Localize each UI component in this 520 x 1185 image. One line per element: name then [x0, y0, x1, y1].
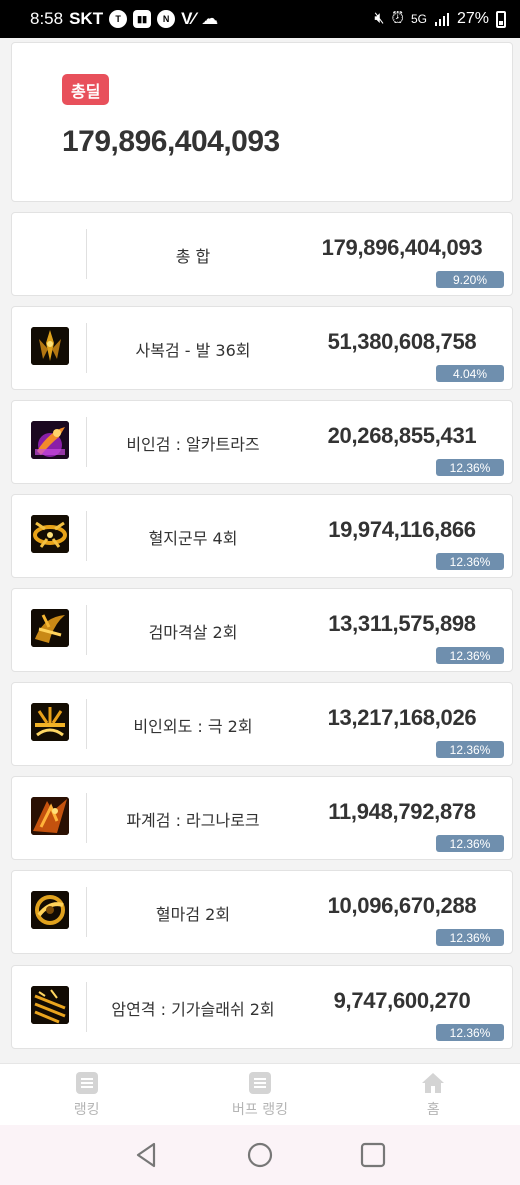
- nav-buff-ranking[interactable]: 버프 랭킹: [173, 1064, 346, 1125]
- percent-badge: 12.36%: [436, 929, 504, 946]
- damage-value: 9,747,600,270: [333, 988, 471, 1013]
- skill-icon: [31, 327, 69, 365]
- home-button-icon[interactable]: [245, 1140, 275, 1170]
- status-carrier: SKT: [69, 9, 104, 28]
- list-item[interactable]: 파계검 : 라그나로크 11,948,792,878 12.36%: [11, 776, 513, 860]
- list-item[interactable]: 혈마검 2회 10,096,670,288 12.36%: [11, 870, 513, 954]
- list-item[interactable]: 검마격살 2회 13,311,575,898 12.36%: [11, 588, 513, 672]
- skill-icon: [31, 421, 69, 459]
- percent-badge: 12.36%: [436, 459, 504, 476]
- skill-name: 파계검 : 라그나로크: [126, 811, 260, 830]
- alarm-icon: ⏰︎: [391, 10, 404, 27]
- skill-name: 혈마검 2회: [155, 905, 231, 924]
- battery-icon: [496, 10, 506, 28]
- battery-percent: 27%: [456, 10, 489, 27]
- talk-icon: T: [109, 10, 128, 28]
- status-bar: 8:58 SKT T ▮▮ N V⁄ ☁ 🔇︎ ⏰︎ 5G 27%: [0, 0, 520, 38]
- percent-badge: 12.36%: [436, 741, 504, 758]
- naver-icon: N: [157, 10, 176, 28]
- damage-value: 20,268,855,431: [327, 423, 477, 448]
- list-item[interactable]: 총 합 179,896,404,093 9.20%: [11, 212, 513, 296]
- skill-name: 총 합: [175, 247, 211, 266]
- list-icon: [75, 1071, 98, 1094]
- percent-badge: 4.04%: [436, 365, 504, 382]
- nav-buff-ranking-label: 버프 랭킹: [232, 1101, 288, 1118]
- network-type: 5G: [410, 12, 427, 26]
- skill-name: 사복검 - 발 36회: [135, 341, 251, 360]
- nav-ranking[interactable]: 랭킹: [0, 1064, 173, 1125]
- skill-name: 비인검 : 알카트라즈: [126, 435, 260, 454]
- skill-icon: [31, 986, 69, 1024]
- skill-icon: [31, 891, 69, 929]
- list-item[interactable]: 혈지군무 4회 19,974,116,866 12.36%: [11, 494, 513, 578]
- nav-home-label: 홈: [426, 1101, 440, 1118]
- damage-value: 179,896,404,093: [321, 235, 483, 260]
- skill-icon: [31, 703, 69, 741]
- recent-apps-icon[interactable]: [358, 1140, 388, 1170]
- total-value: 179,896,404,093: [62, 125, 280, 158]
- percent-badge: 12.36%: [436, 553, 504, 570]
- list-icon: [248, 1071, 271, 1094]
- damage-list[interactable]: 총딜 179,896,404,093 총 합 179,896,404,093 9…: [0, 38, 520, 1063]
- percent-badge: 9.20%: [436, 271, 504, 288]
- damage-value: 51,380,608,758: [327, 329, 477, 354]
- skill-icon: [31, 515, 69, 553]
- damage-value: 19,974,116,866: [328, 517, 476, 542]
- list-item[interactable]: 비인외도 : 극 2회 13,217,168,026 12.36%: [11, 682, 513, 766]
- nav-home[interactable]: 홈: [347, 1064, 520, 1125]
- damage-value: 11,948,792,878: [328, 799, 476, 824]
- back-icon[interactable]: [132, 1140, 162, 1170]
- percent-badge: 12.36%: [436, 835, 504, 852]
- damage-value: 13,311,575,898: [328, 611, 476, 636]
- list-item[interactable]: 사복검 - 발 36회 51,380,608,758 4.04%: [11, 306, 513, 390]
- bottom-navigation: 랭킹 버프 랭킹 홈: [0, 1063, 520, 1125]
- damage-value: 13,217,168,026: [327, 705, 477, 730]
- list-item[interactable]: 비인검 : 알카트라즈 20,268,855,431 12.36%: [11, 400, 513, 484]
- system-navigation-bar: [0, 1125, 520, 1185]
- home-icon: [422, 1072, 445, 1093]
- skill-name: 비인외도 : 극 2회: [133, 717, 253, 736]
- percent-badge: 12.36%: [436, 1024, 504, 1041]
- list-item[interactable]: 암연격 : 기가슬래쉬 2회 9,747,600,270 12.36%: [11, 965, 513, 1049]
- status-time: 8:58: [30, 9, 64, 28]
- damage-value: 10,096,670,288: [327, 893, 477, 918]
- twitch-icon: ▮▮: [133, 10, 152, 28]
- total-damage-card: 총딜 179,896,404,093: [11, 42, 513, 202]
- cloud-icon: ☁: [201, 9, 219, 28]
- mute-icon: 🔇︎: [374, 10, 385, 27]
- nav-ranking-label: 랭킹: [73, 1101, 100, 1118]
- vlive-icon: V⁄: [181, 9, 196, 28]
- skill-name: 혈지군무 4회: [148, 529, 238, 548]
- total-badge: 총딜: [62, 74, 110, 105]
- skill-icon: [31, 609, 69, 647]
- skill-icon: [31, 797, 69, 835]
- skill-name: 검마격살 2회: [148, 623, 238, 642]
- skill-name: 암연격 : 기가슬래쉬 2회: [111, 1000, 275, 1019]
- percent-badge: 12.36%: [436, 647, 504, 664]
- signal-icon: [434, 13, 449, 26]
